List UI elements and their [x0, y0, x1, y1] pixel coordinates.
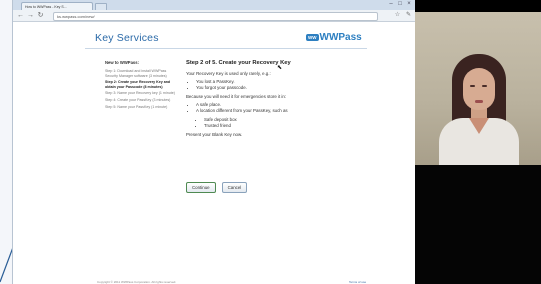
sidebar-step: Step 3: Name your Recovery key (1 minute… — [105, 91, 175, 96]
presenter-eye — [482, 85, 487, 87]
storage-sublist: Safe deposit box Trusted friend — [186, 117, 356, 129]
reason-list: You lost a PassKey. You forgot your pass… — [186, 79, 356, 91]
main-content: Step 2 of 5. Create your Recovery Key Yo… — [186, 60, 356, 140]
web-page: Key Services WW WWPass New to WWPass: St… — [13, 22, 416, 284]
browser-window: How to WWPass - Key S... – □ × ← → ↻ ks.… — [12, 0, 417, 284]
intro-text: Your Recovery Key is used only rarely, e… — [186, 71, 271, 76]
forward-icon[interactable]: → — [26, 11, 35, 20]
sidebar-step-current: Step 2: Create your Recovery Key and obt… — [105, 80, 171, 89]
footer-copyright: Copyright © 2011 WWPass Corporation. All… — [97, 280, 177, 284]
presenter-mouth — [475, 100, 483, 103]
storage-intro: Because you will need it for emergencies… — [186, 94, 287, 99]
presenter-eye — [470, 85, 475, 87]
list-item: Trusted friend — [204, 123, 356, 129]
logo-text: WWPass — [319, 32, 362, 43]
sidebar-step: Step 1: Download and install WWPass Secu… — [105, 69, 167, 78]
header-divider — [85, 48, 367, 49]
wwpass-logo: WW WWPass — [306, 32, 362, 43]
cancel-button[interactable]: Cancel — [221, 182, 248, 193]
terms-link[interactable]: Terms of use — [349, 280, 366, 284]
sidebar-step: Step 4: Create your PassKey (3 minutes) — [105, 97, 171, 102]
step-heading: Step 2 of 5. Create your Recovery Key — [186, 60, 291, 66]
reload-icon[interactable]: ↻ — [36, 11, 45, 20]
action-buttons: Continue Cancel — [186, 182, 248, 193]
prompt-text: Present your Blank Key now. — [186, 132, 243, 137]
wrench-icon[interactable]: ✎ — [404, 11, 413, 20]
sidebar-heading: New to WWPass: — [105, 60, 139, 65]
steps-sidebar: New to WWPass: Step 1: Download and inst… — [105, 60, 175, 111]
address-toolbar: ← → ↻ ks.wwpass.com/new/ ☆ ✎ — [13, 10, 416, 22]
sidebar-step: Step 5: Name your PassKey (1 minute) — [105, 104, 168, 109]
continue-button[interactable]: Continue — [186, 182, 216, 193]
presenter-face — [463, 68, 495, 110]
presenter-video — [415, 12, 541, 165]
page-title: Key Services — [95, 32, 159, 44]
list-item: You forgot your passcode. — [196, 85, 356, 91]
tab-bar: How to WWPass - Key S... – □ × — [13, 0, 416, 11]
black-area — [415, 165, 541, 284]
star-icon[interactable]: ☆ — [393, 11, 402, 20]
maximize-icon[interactable]: □ — [396, 1, 404, 8]
logo-badge: WW — [306, 34, 319, 41]
close-icon[interactable]: × — [405, 1, 413, 8]
webcam-panel — [415, 0, 541, 284]
mouse-cursor-icon: ⬉ — [277, 65, 283, 71]
address-bar[interactable]: ks.wwpass.com/new/ — [53, 12, 378, 21]
browser-tab[interactable]: How to WWPass - Key S... — [21, 2, 93, 10]
minimize-icon[interactable]: – — [387, 1, 395, 8]
back-icon[interactable]: ← — [16, 11, 25, 20]
list-item: A location different from your PassKey, … — [196, 108, 356, 114]
storage-list: A safe place. A location different from … — [186, 102, 356, 114]
screen: How to WWPass - Key S... – □ × ← → ↻ ks.… — [0, 0, 541, 284]
